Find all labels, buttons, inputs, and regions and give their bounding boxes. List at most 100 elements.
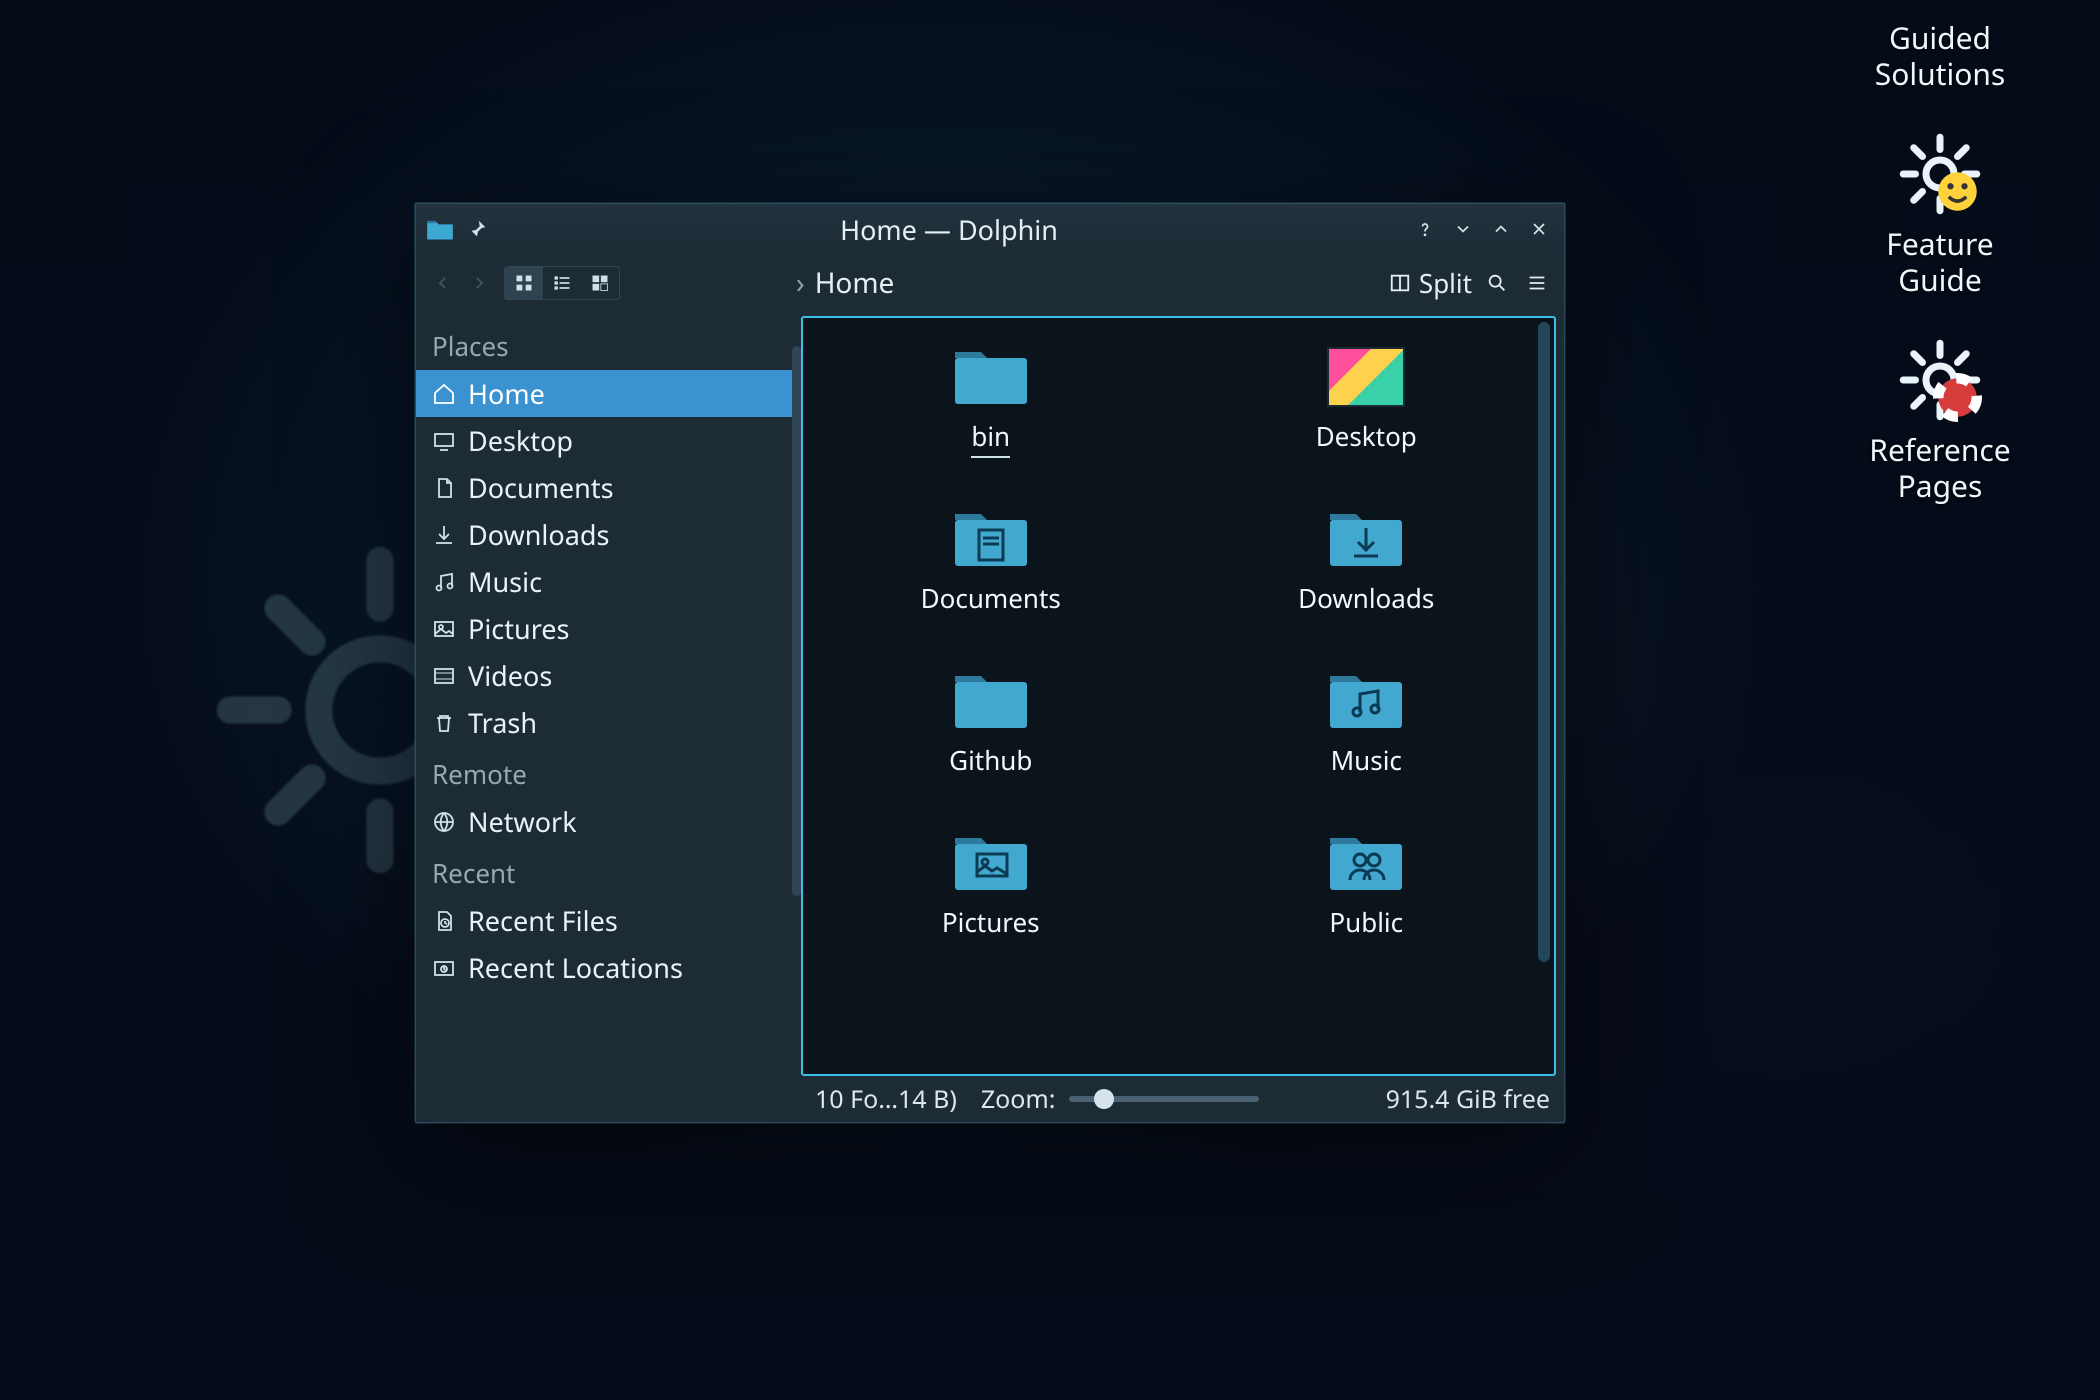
zoom-slider-thumb[interactable]	[1094, 1089, 1114, 1109]
home-icon	[432, 382, 456, 406]
split-button[interactable]: Split	[1389, 265, 1472, 301]
folder-icon	[949, 338, 1033, 410]
recent-loc-icon	[432, 956, 456, 980]
file-name: Pictures	[942, 904, 1040, 940]
desktop-thumbnail-icon	[1327, 347, 1405, 407]
view-mode-segment	[504, 266, 620, 300]
desktop-icon-label: Feature Guide	[1886, 226, 1993, 298]
help-button[interactable]	[1410, 214, 1440, 244]
status-summary: 10 Fo…14 B)	[815, 1082, 957, 1116]
sidebar-item-documents[interactable]: Documents	[416, 464, 801, 511]
pin-icon[interactable]	[466, 218, 488, 240]
file-name: Documents	[921, 580, 1061, 616]
sidebar-item-label: Network	[468, 803, 577, 840]
file-item-documents[interactable]: Documents	[921, 500, 1061, 616]
status-bar: 10 Fo…14 B) Zoom: 915.4 GiB free	[801, 1076, 1564, 1122]
desktop-icon-guided-solutions[interactable]: Guided Solutions	[1875, 10, 2006, 92]
sidebar-item-pictures[interactable]: Pictures	[416, 605, 801, 652]
folder-icon	[1324, 338, 1408, 410]
hamburger-menu-button[interactable]	[1522, 268, 1552, 298]
view-details-button[interactable]	[543, 267, 581, 299]
folder-icon	[1324, 824, 1408, 896]
maximize-button[interactable]	[1486, 214, 1516, 244]
sidebar-item-desktop[interactable]: Desktop	[416, 417, 801, 464]
folder-icon	[1324, 500, 1408, 572]
desktop: tu Guided Solutions Feature Guide Refere…	[0, 0, 2100, 1400]
folder-icon	[949, 824, 1033, 896]
file-item-desktop[interactable]: Desktop	[1316, 338, 1417, 454]
sidebar-item-label: Pictures	[468, 610, 569, 647]
zoom-label: Zoom:	[981, 1082, 1056, 1116]
file-item-pictures[interactable]: Pictures	[942, 824, 1040, 940]
desktop-icon	[432, 429, 456, 453]
sidebar-item-music[interactable]: Music	[416, 558, 801, 605]
close-button[interactable]	[1524, 214, 1554, 244]
desktop-icon-label: Reference Pages	[1869, 432, 2010, 504]
window-title: Home — Dolphin	[496, 211, 1402, 248]
breadcrumb-home[interactable]: Home	[815, 264, 895, 302]
sidebar-item-label: Music	[468, 563, 542, 600]
zoom-slider[interactable]	[1069, 1096, 1259, 1102]
sidebar-item-recent-files[interactable]: Recent Files	[416, 897, 801, 944]
breadcrumb[interactable]: › Home	[796, 264, 1383, 302]
file-name: Desktop	[1316, 418, 1417, 454]
trash-icon	[432, 711, 456, 735]
desktop-icon-reference-pages[interactable]: Reference Pages	[1869, 338, 2010, 504]
toolbar: › Home Split	[416, 254, 1564, 312]
file-item-public[interactable]: Public	[1324, 824, 1408, 940]
status-free-space: 915.4 GiB free	[1386, 1082, 1550, 1116]
sidebar-item-label: Recent Locations	[468, 949, 683, 986]
desktop-icon-feature-guide[interactable]: Feature Guide	[1886, 132, 1993, 298]
breadcrumb-separator-icon: ›	[796, 264, 805, 302]
file-item-downloads[interactable]: Downloads	[1298, 500, 1434, 616]
folder-icon	[949, 662, 1033, 734]
back-button[interactable]	[428, 268, 458, 298]
image-icon	[432, 617, 456, 641]
file-name: Github	[949, 742, 1032, 778]
file-name: Public	[1329, 904, 1403, 940]
video-icon	[432, 664, 456, 688]
music-icon	[432, 570, 456, 594]
sidebar-item-downloads[interactable]: Downloads	[416, 511, 801, 558]
file-item-music[interactable]: Music	[1324, 662, 1408, 778]
sidebar-item-label: Documents	[468, 469, 614, 506]
split-icon	[1389, 272, 1411, 294]
file-item-github[interactable]: Github	[949, 662, 1033, 778]
sidebar-item-videos[interactable]: Videos	[416, 652, 801, 699]
sidebar-item-home[interactable]: Home	[416, 370, 801, 417]
recent-file-icon	[432, 909, 456, 933]
sidebar-section-recent: Recent	[416, 845, 801, 897]
sidebar-item-recent-locations[interactable]: Recent Locations	[416, 944, 801, 991]
desktop-icon-label: Guided Solutions	[1875, 20, 2006, 92]
zoom-control: Zoom:	[981, 1082, 1260, 1116]
sidebar-item-label: Home	[468, 375, 545, 412]
file-item-bin[interactable]: bin	[949, 338, 1033, 458]
sidebar-item-label: Recent Files	[468, 902, 618, 939]
folder-icon	[1324, 662, 1408, 734]
view-icons-button[interactable]	[505, 267, 543, 299]
search-button[interactable]	[1482, 268, 1512, 298]
sidebar-item-label: Trash	[468, 704, 537, 741]
sidebar-item-trash[interactable]: Trash	[416, 699, 801, 746]
sidebar-item-label: Downloads	[468, 516, 609, 553]
file-view-scrollbar[interactable]	[1538, 322, 1550, 962]
dolphin-window: Home — Dolphin › Home Split	[415, 203, 1565, 1123]
file-pane: bin Desktop Documents Downloads Github M…	[801, 312, 1564, 1122]
minimize-button[interactable]	[1448, 214, 1478, 244]
file-view[interactable]: bin Desktop Documents Downloads Github M…	[801, 316, 1556, 1076]
sidebar-item-network[interactable]: Network	[416, 798, 801, 845]
places-sidebar: PlacesHomeDesktopDocumentsDownloadsMusic…	[416, 312, 801, 1122]
titlebar[interactable]: Home — Dolphin	[416, 204, 1564, 254]
document-icon	[432, 476, 456, 500]
sidebar-section-remote: Remote	[416, 746, 801, 798]
folder-icon	[949, 500, 1033, 572]
view-compact-button[interactable]	[581, 267, 619, 299]
desktop-icons-panel: Guided Solutions Feature Guide Reference…	[1810, 0, 2070, 504]
sidebar-item-label: Videos	[468, 657, 552, 694]
sidebar-item-label: Desktop	[468, 422, 573, 459]
file-name: Music	[1331, 742, 1402, 778]
network-icon	[432, 810, 456, 834]
forward-button[interactable]	[464, 268, 494, 298]
window-body: PlacesHomeDesktopDocumentsDownloadsMusic…	[416, 312, 1564, 1122]
download-icon	[432, 523, 456, 547]
